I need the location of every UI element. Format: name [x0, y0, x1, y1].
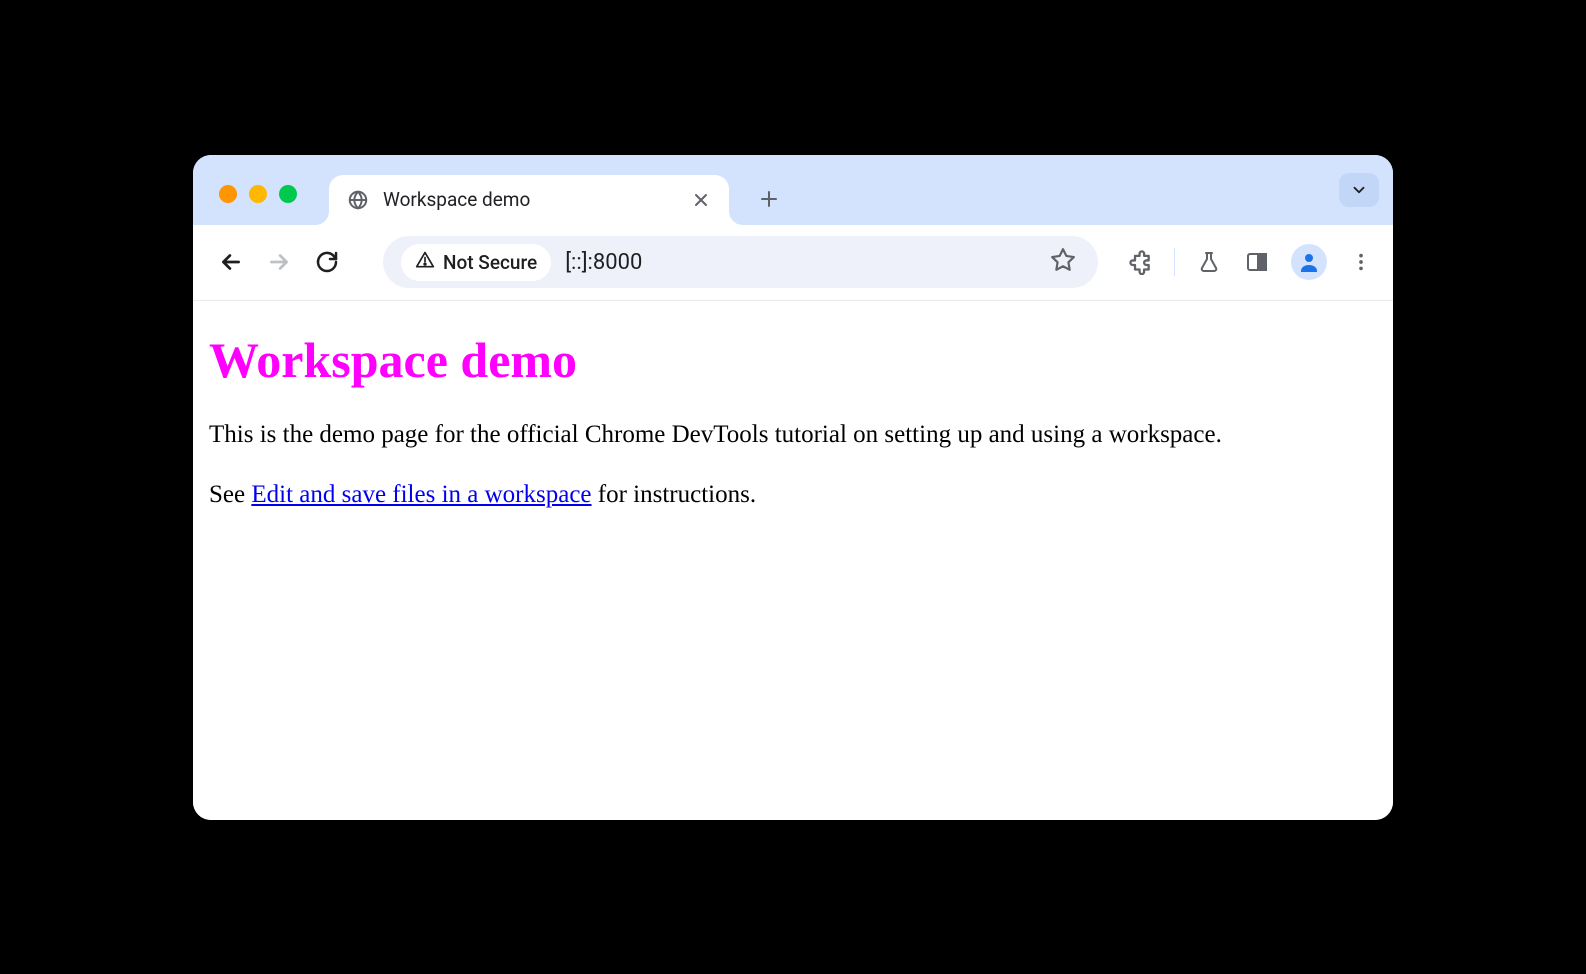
maximize-window-button[interactable] — [279, 185, 297, 203]
window-controls — [205, 185, 311, 225]
extensions-button[interactable] — [1126, 248, 1154, 276]
tab-bar: Workspace demo — [193, 155, 1393, 225]
toolbar-actions — [1126, 244, 1375, 280]
back-button[interactable] — [211, 242, 251, 282]
reload-button[interactable] — [307, 242, 347, 282]
divider — [1174, 248, 1175, 276]
intro-paragraph: This is the demo page for the official C… — [209, 419, 1377, 452]
browser-tab[interactable]: Workspace demo — [329, 175, 729, 225]
security-chip[interactable]: Not Secure — [401, 244, 551, 281]
warning-icon — [415, 250, 435, 275]
new-tab-button[interactable] — [751, 181, 787, 217]
toolbar: Not Secure [::]:8000 — [193, 225, 1393, 301]
labs-button[interactable] — [1195, 248, 1223, 276]
close-tab-button[interactable] — [691, 190, 711, 210]
search-tabs-button[interactable] — [1339, 173, 1379, 207]
tab-title: Workspace demo — [383, 188, 677, 211]
menu-button[interactable] — [1347, 248, 1375, 276]
page-heading: Workspace demo — [209, 331, 1377, 389]
instructions-paragraph: See Edit and save files in a workspace f… — [209, 479, 1377, 512]
address-bar[interactable]: Not Secure [::]:8000 — [383, 236, 1098, 288]
page-content: Workspace demo This is the demo page for… — [193, 301, 1393, 820]
side-panel-button[interactable] — [1243, 248, 1271, 276]
close-window-button[interactable] — [219, 185, 237, 203]
bookmark-button[interactable] — [1046, 243, 1080, 281]
url-text[interactable]: [::]:8000 — [565, 250, 1032, 275]
text-suffix: for instructions. — [592, 481, 757, 508]
forward-button[interactable] — [259, 242, 299, 282]
security-label: Not Secure — [443, 251, 537, 274]
tutorial-link[interactable]: Edit and save files in a workspace — [251, 481, 591, 508]
globe-icon — [347, 189, 369, 211]
browser-window: Workspace demo — [193, 155, 1393, 820]
text-prefix: See — [209, 481, 251, 508]
profile-button[interactable] — [1291, 244, 1327, 280]
minimize-window-button[interactable] — [249, 185, 267, 203]
